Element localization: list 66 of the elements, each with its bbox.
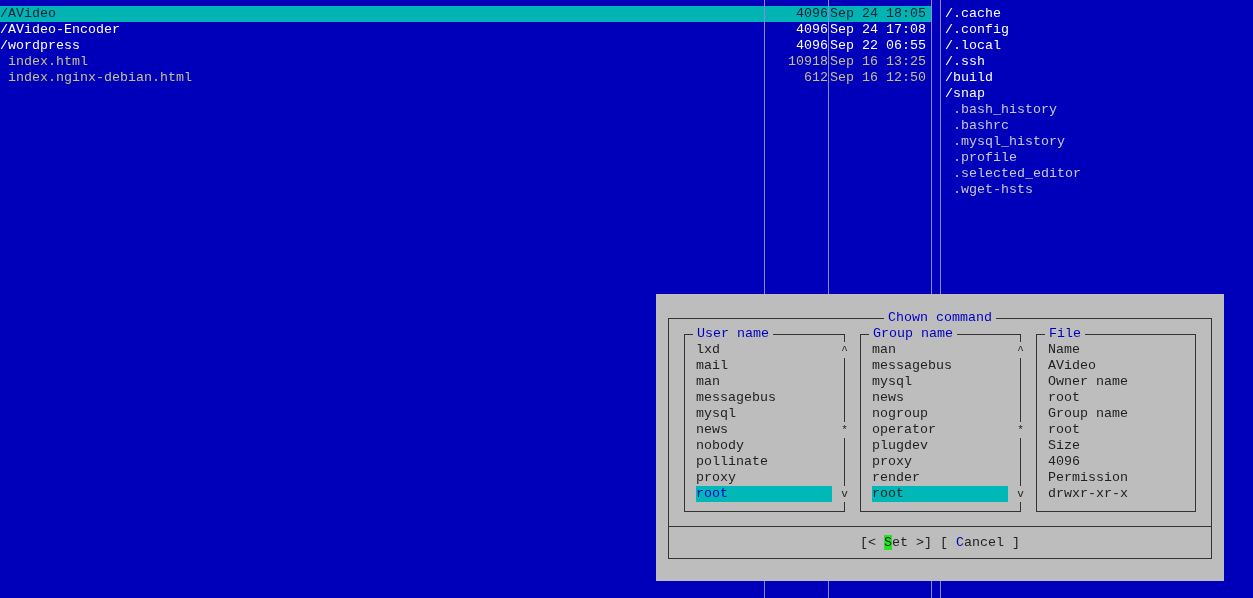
list-item[interactable]: news xyxy=(872,390,1008,406)
file-info-line: root xyxy=(1048,422,1081,438)
file-date: Sep 22 06:55 xyxy=(829,38,927,54)
file-name[interactable]: index.nginx-debian.html xyxy=(0,70,764,86)
file-name[interactable]: /.config xyxy=(945,22,1253,38)
file-info-line: Permission xyxy=(1048,470,1129,486)
list-item[interactable]: plugdev xyxy=(872,438,1008,454)
list-item[interactable]: nobody xyxy=(696,438,832,454)
list-item[interactable]: proxy xyxy=(696,470,832,486)
file-name[interactable]: .bash_history xyxy=(945,102,1253,118)
scroll-down-marker[interactable]: v xyxy=(1016,486,1025,502)
list-item[interactable]: mail xyxy=(696,358,832,374)
file-date: Sep 16 12:50 xyxy=(829,70,927,86)
file-name[interactable]: .profile xyxy=(945,150,1253,166)
scroll-thumb[interactable]: * xyxy=(1016,422,1025,438)
file-size: 4096 xyxy=(765,6,828,22)
file-size: 4096 xyxy=(795,38,828,54)
file-info-line: Group name xyxy=(1048,406,1129,422)
file-date: Sep 24 17:08 xyxy=(829,22,927,38)
file-info-line: AVideo xyxy=(1048,358,1097,374)
list-item[interactable]: mysql xyxy=(872,374,1008,390)
scroll-up-marker[interactable]: ^ xyxy=(840,342,849,358)
file-size: 4096 xyxy=(795,22,828,38)
file-name[interactable]: /wordpress xyxy=(0,38,764,54)
list-item[interactable]: lxd xyxy=(696,342,832,358)
file-info-line: root xyxy=(1048,390,1081,406)
file-name[interactable]: /snap xyxy=(945,86,1253,102)
file-name[interactable]: .bashrc xyxy=(945,118,1253,134)
list-item[interactable]: man xyxy=(872,342,1008,358)
dialog-button[interactable]: [ Cancel ] xyxy=(940,535,1020,551)
file-info-line: Name xyxy=(1048,342,1081,358)
file-name[interactable]: /AVideo xyxy=(0,6,764,22)
list-item[interactable]: man xyxy=(696,374,832,390)
file-info-line: Owner name xyxy=(1048,374,1129,390)
file-name[interactable]: .wget-hsts xyxy=(945,182,1253,198)
file-date: Sep 16 13:25 xyxy=(829,54,927,70)
file-info-line: 4096 xyxy=(1048,454,1081,470)
file-size: 10918 xyxy=(787,54,828,70)
scroll-down-marker[interactable]: v xyxy=(840,486,849,502)
file-name[interactable]: .selected_editor xyxy=(945,166,1253,182)
list-item[interactable]: nogroup xyxy=(872,406,1008,422)
list-item[interactable]: root xyxy=(872,486,1008,502)
file-info-line: Size xyxy=(1048,438,1081,454)
list-item[interactable]: pollinate xyxy=(696,454,832,470)
file-name[interactable]: /.cache xyxy=(945,6,1253,22)
file-date: Sep 24 18:05 xyxy=(829,6,931,22)
file-name[interactable]: /.local xyxy=(945,38,1253,54)
file-name[interactable]: .mysql_history xyxy=(945,134,1253,150)
list-title: Group name xyxy=(869,326,957,342)
file-name[interactable]: /AVideo-Encoder xyxy=(0,22,764,38)
list-item[interactable]: news xyxy=(696,422,832,438)
dialog-button[interactable]: [< Set >] xyxy=(860,535,932,551)
file-size: 612 xyxy=(803,70,828,86)
scroll-thumb[interactable]: * xyxy=(840,422,849,438)
list-item[interactable]: operator xyxy=(872,422,1008,438)
file-name[interactable]: index.html xyxy=(0,54,764,70)
list-item[interactable]: root xyxy=(696,486,832,502)
file-name[interactable]: /build xyxy=(945,70,1253,86)
list-item[interactable]: render xyxy=(872,470,1008,486)
list-item[interactable]: messagebus xyxy=(696,390,832,406)
scroll-up-marker[interactable]: ^ xyxy=(1016,342,1025,358)
list-item[interactable]: messagebus xyxy=(872,358,1008,374)
file-info-line: drwxr-xr-x xyxy=(1048,486,1129,502)
list-item[interactable]: mysql xyxy=(696,406,832,422)
file-name[interactable]: /.ssh xyxy=(945,54,1253,70)
list-item[interactable]: proxy xyxy=(872,454,1008,470)
